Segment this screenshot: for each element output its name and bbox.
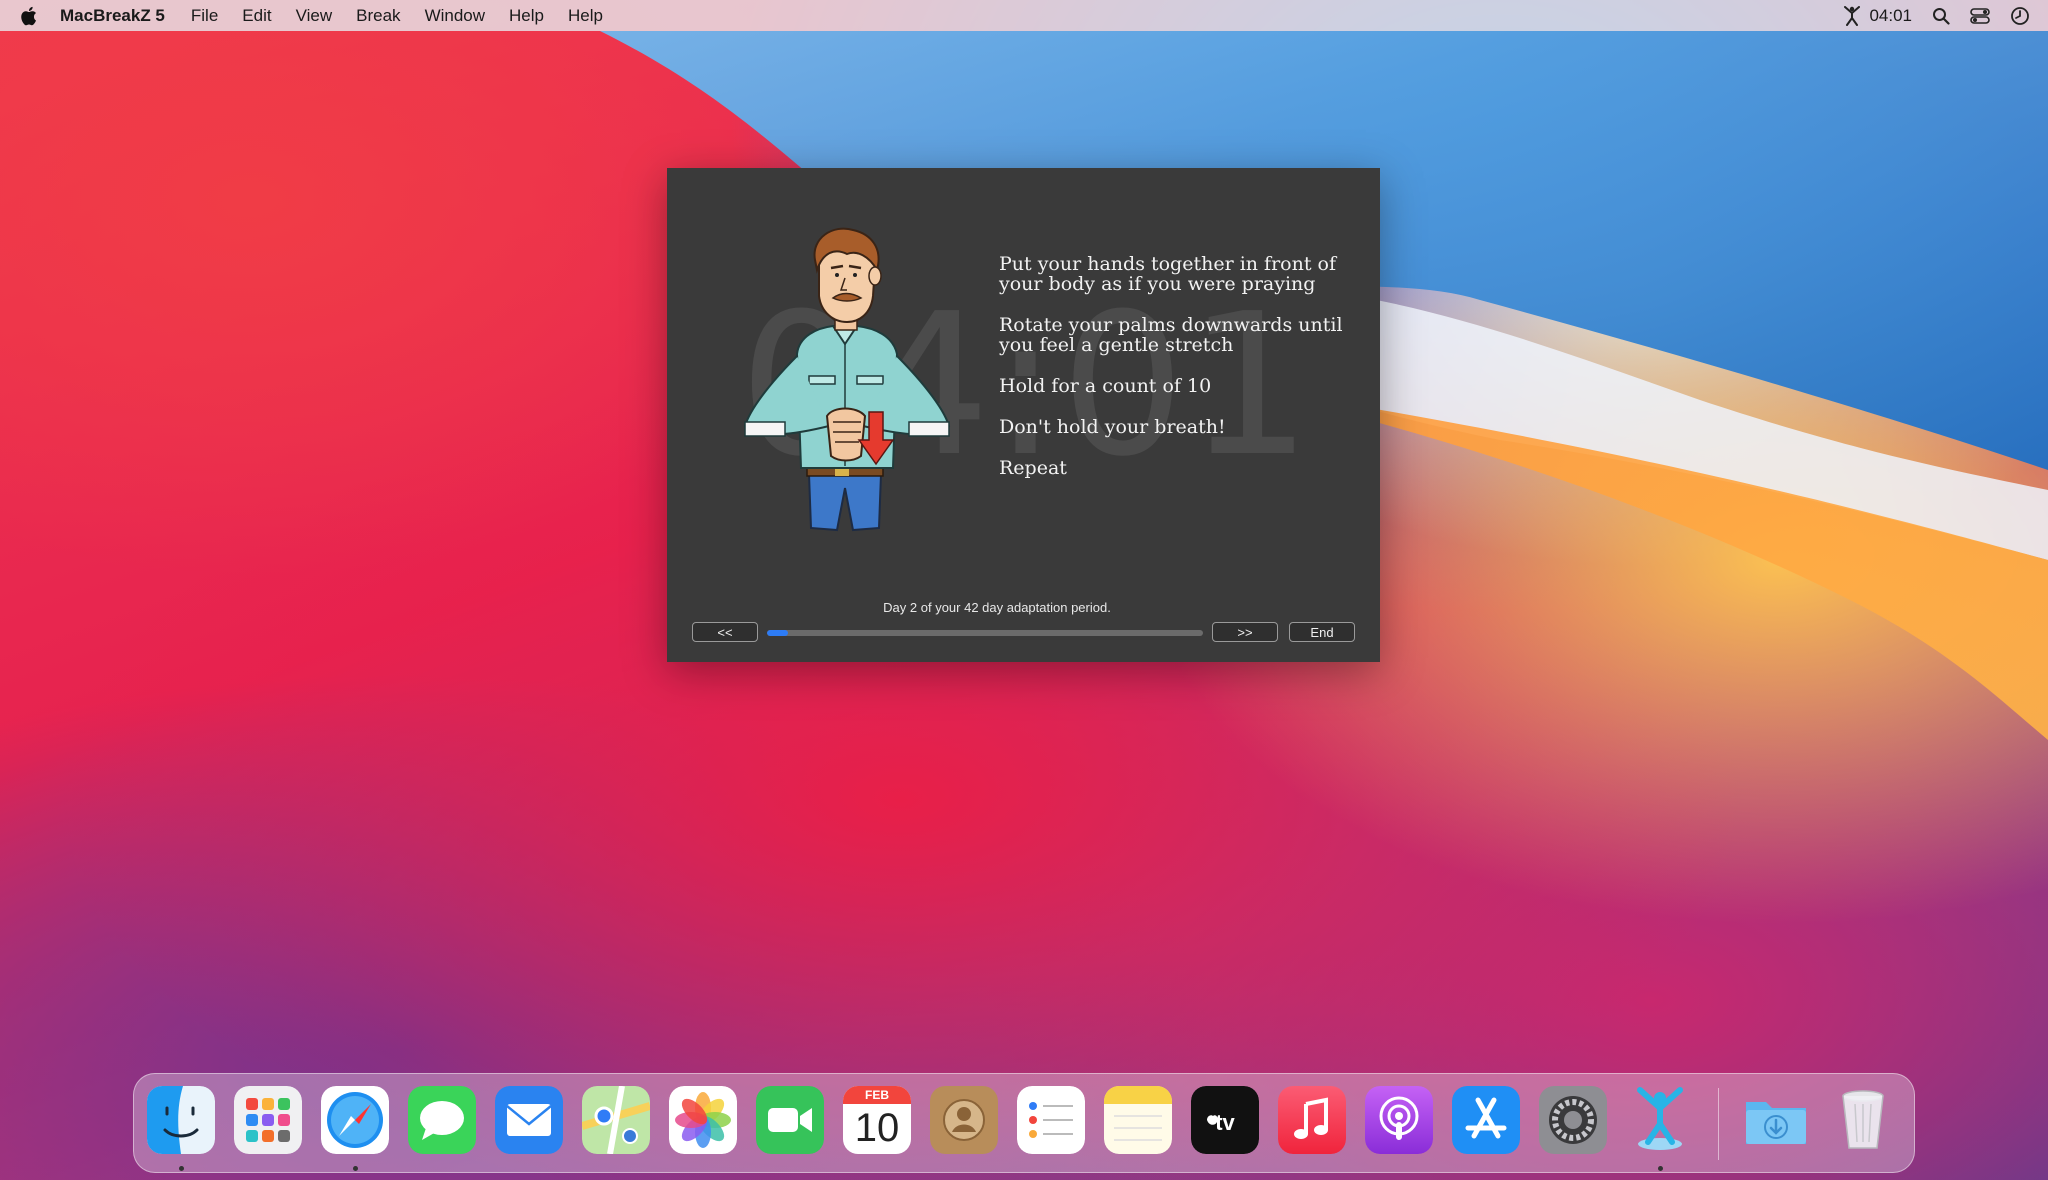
maps-icon[interactable] [582,1086,650,1154]
finder-icon[interactable] [147,1086,215,1154]
macbreakz-status-item[interactable]: 04:01 [1843,5,1912,26]
finder-running-indicator [179,1166,184,1171]
apple-menu-icon[interactable] [18,5,38,27]
menu-break[interactable]: Break [356,6,400,26]
music-icon[interactable] [1278,1086,1346,1154]
previous-exercise-button[interactable]: << [692,622,758,642]
safari-icon[interactable] [321,1086,389,1154]
menu-bar: MacBreakZ 5 File Edit View Break Window … [0,0,2048,31]
menu-window[interactable]: Window [425,6,485,26]
svg-text:tv: tv [1215,1110,1235,1135]
messages-icon[interactable] [408,1086,476,1154]
instruction-step-4: Don't hold your breath! [999,416,1226,438]
menu-edit[interactable]: Edit [242,6,271,26]
stretching-figure-icon [1844,5,1861,26]
break-progress-bar [767,630,1203,636]
reminders-icon[interactable] [1017,1086,1085,1154]
menubar-status-area: 04:01 [1843,5,2030,26]
calendar-icon[interactable]: FEB 10 [843,1086,911,1154]
exercise-illustration [743,227,951,532]
menu-help[interactable]: Help [509,6,544,26]
menu-file[interactable]: File [191,6,218,26]
system-preferences-icon[interactable] [1539,1086,1607,1154]
break-progress-fill [767,630,788,636]
clock-status-icon[interactable] [2010,6,2030,26]
mail-icon[interactable] [495,1086,563,1154]
photos-icon[interactable] [669,1086,737,1154]
spotlight-search-icon[interactable] [1932,7,1950,25]
app-store-icon[interactable] [1452,1086,1520,1154]
end-break-button[interactable]: End [1289,622,1355,642]
next-exercise-button[interactable]: >> [1212,622,1278,642]
contacts-icon[interactable] [930,1086,998,1154]
control-center-icon[interactable] [1970,7,1990,25]
dock: FEB 10 tv [133,1073,1915,1173]
trash-icon[interactable] [1829,1086,1897,1154]
instruction-step-3: Hold for a count of 10 [999,375,1212,397]
instruction-step-2: Rotate your palms downwards until you fe… [999,314,1343,356]
safari-running-indicator [353,1166,358,1171]
apple-tv-icon[interactable]: tv [1191,1086,1259,1154]
menu-help-2[interactable]: Help [568,6,603,26]
macbreakz-running-indicator [1658,1166,1663,1171]
notes-icon[interactable] [1104,1086,1172,1154]
macbreakz-icon[interactable] [1626,1086,1694,1154]
adaptation-period-label: Day 2 of your 42 day adaptation period. [883,600,1111,615]
launchpad-icon[interactable] [234,1086,302,1154]
facetime-icon[interactable] [756,1086,824,1154]
instruction-step-1: Put your hands together in front of your… [999,253,1336,295]
exercise-instructions: Put your hands together in front of your… [999,254,1359,499]
menubar-timer: 04:01 [1869,5,1912,25]
calendar-month: FEB [843,1086,911,1104]
instruction-step-5: Repeat [999,457,1067,479]
app-menu-name[interactable]: MacBreakZ 5 [60,6,165,26]
dock-separator [1718,1088,1719,1160]
podcasts-icon[interactable] [1365,1086,1433,1154]
calendar-day: 10 [854,1106,900,1150]
downloads-folder-icon[interactable] [1742,1086,1810,1154]
menu-view[interactable]: View [296,6,333,26]
break-window: 04:01 Put your hands together in front o… [667,168,1380,662]
